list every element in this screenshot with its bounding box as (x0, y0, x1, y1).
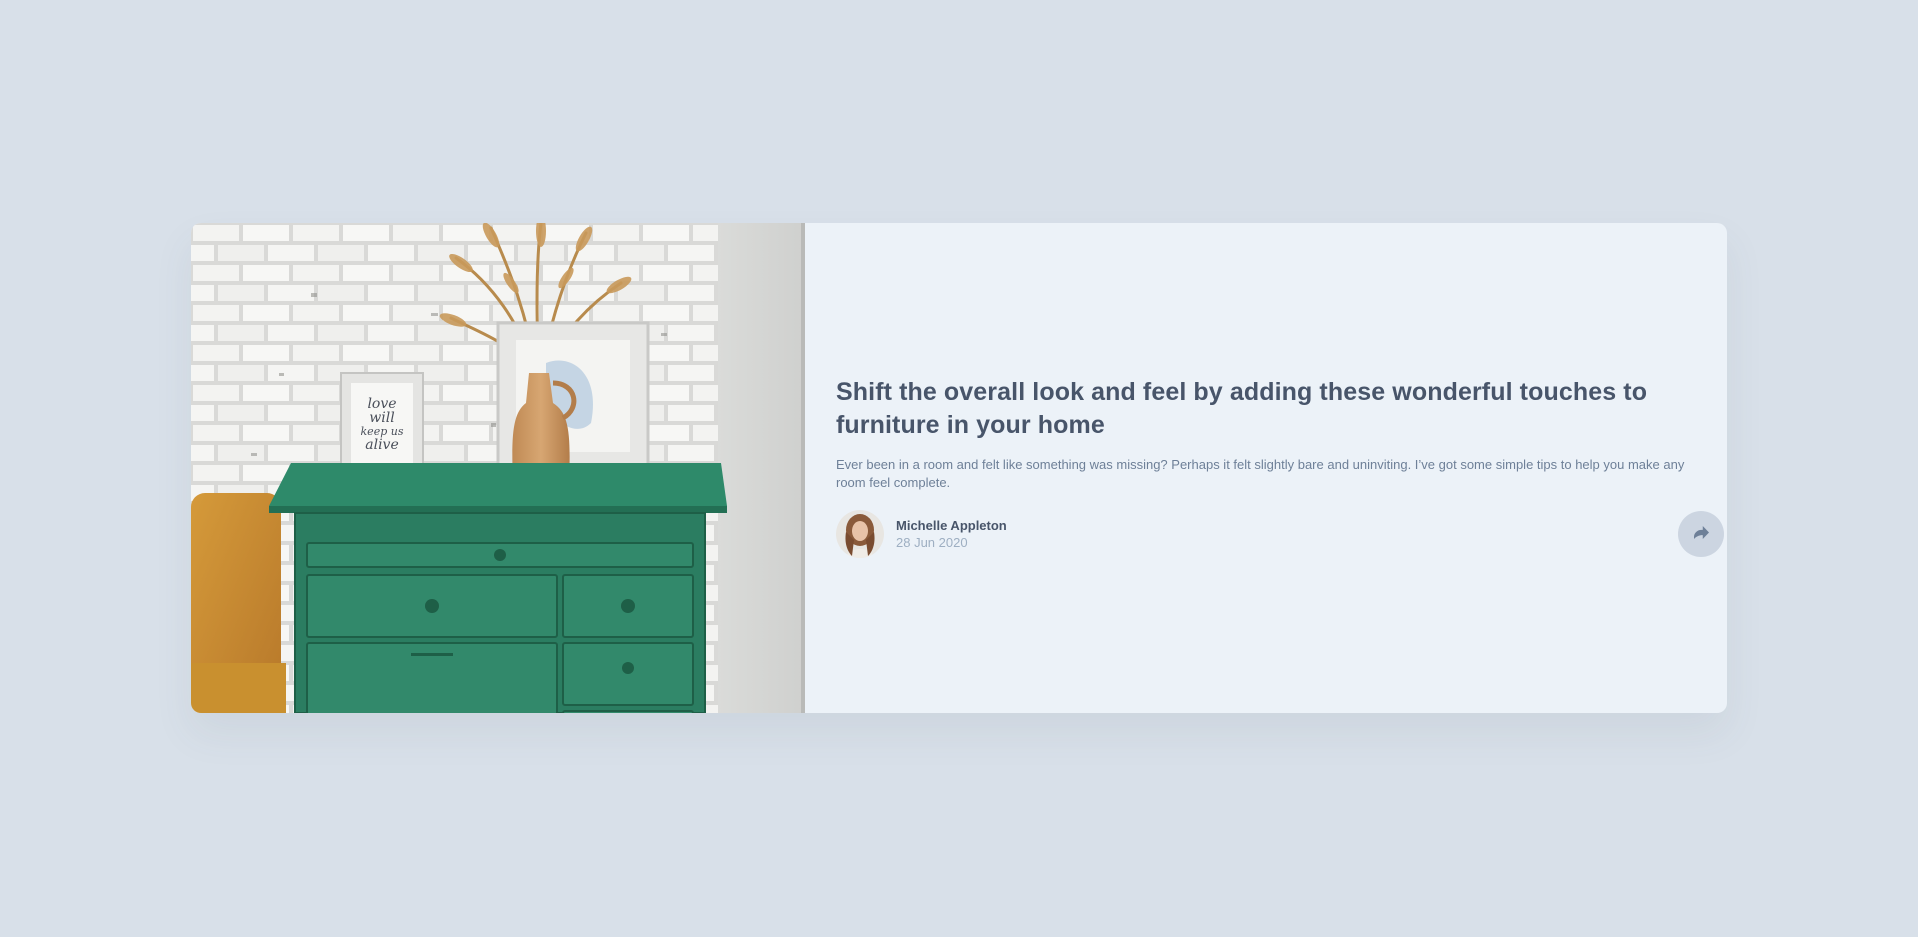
author-info: Michelle Appleton 28 Jun 2020 (896, 517, 1007, 552)
article-title[interactable]: Shift the overall look and feel by addin… (836, 376, 1666, 442)
author-avatar (836, 510, 884, 558)
article-description: Ever been in a room and felt like someth… (836, 457, 1685, 490)
author-block: Michelle Appleton 28 Jun 2020 (836, 510, 1007, 558)
share-button[interactable] (1678, 511, 1724, 557)
article-image: love will keep us alive (191, 223, 805, 713)
author-name: Michelle Appleton (896, 517, 1007, 533)
article-preview-card: love will keep us alive Shift the overal… (191, 223, 1727, 713)
frame-text-line: alive (365, 437, 399, 453)
publish-date: 28 Jun 2020 (896, 534, 968, 550)
share-icon (1693, 526, 1709, 542)
article-content: Shift the overall look and feel by addin… (805, 223, 1727, 713)
frame-text-line: will (369, 410, 394, 426)
